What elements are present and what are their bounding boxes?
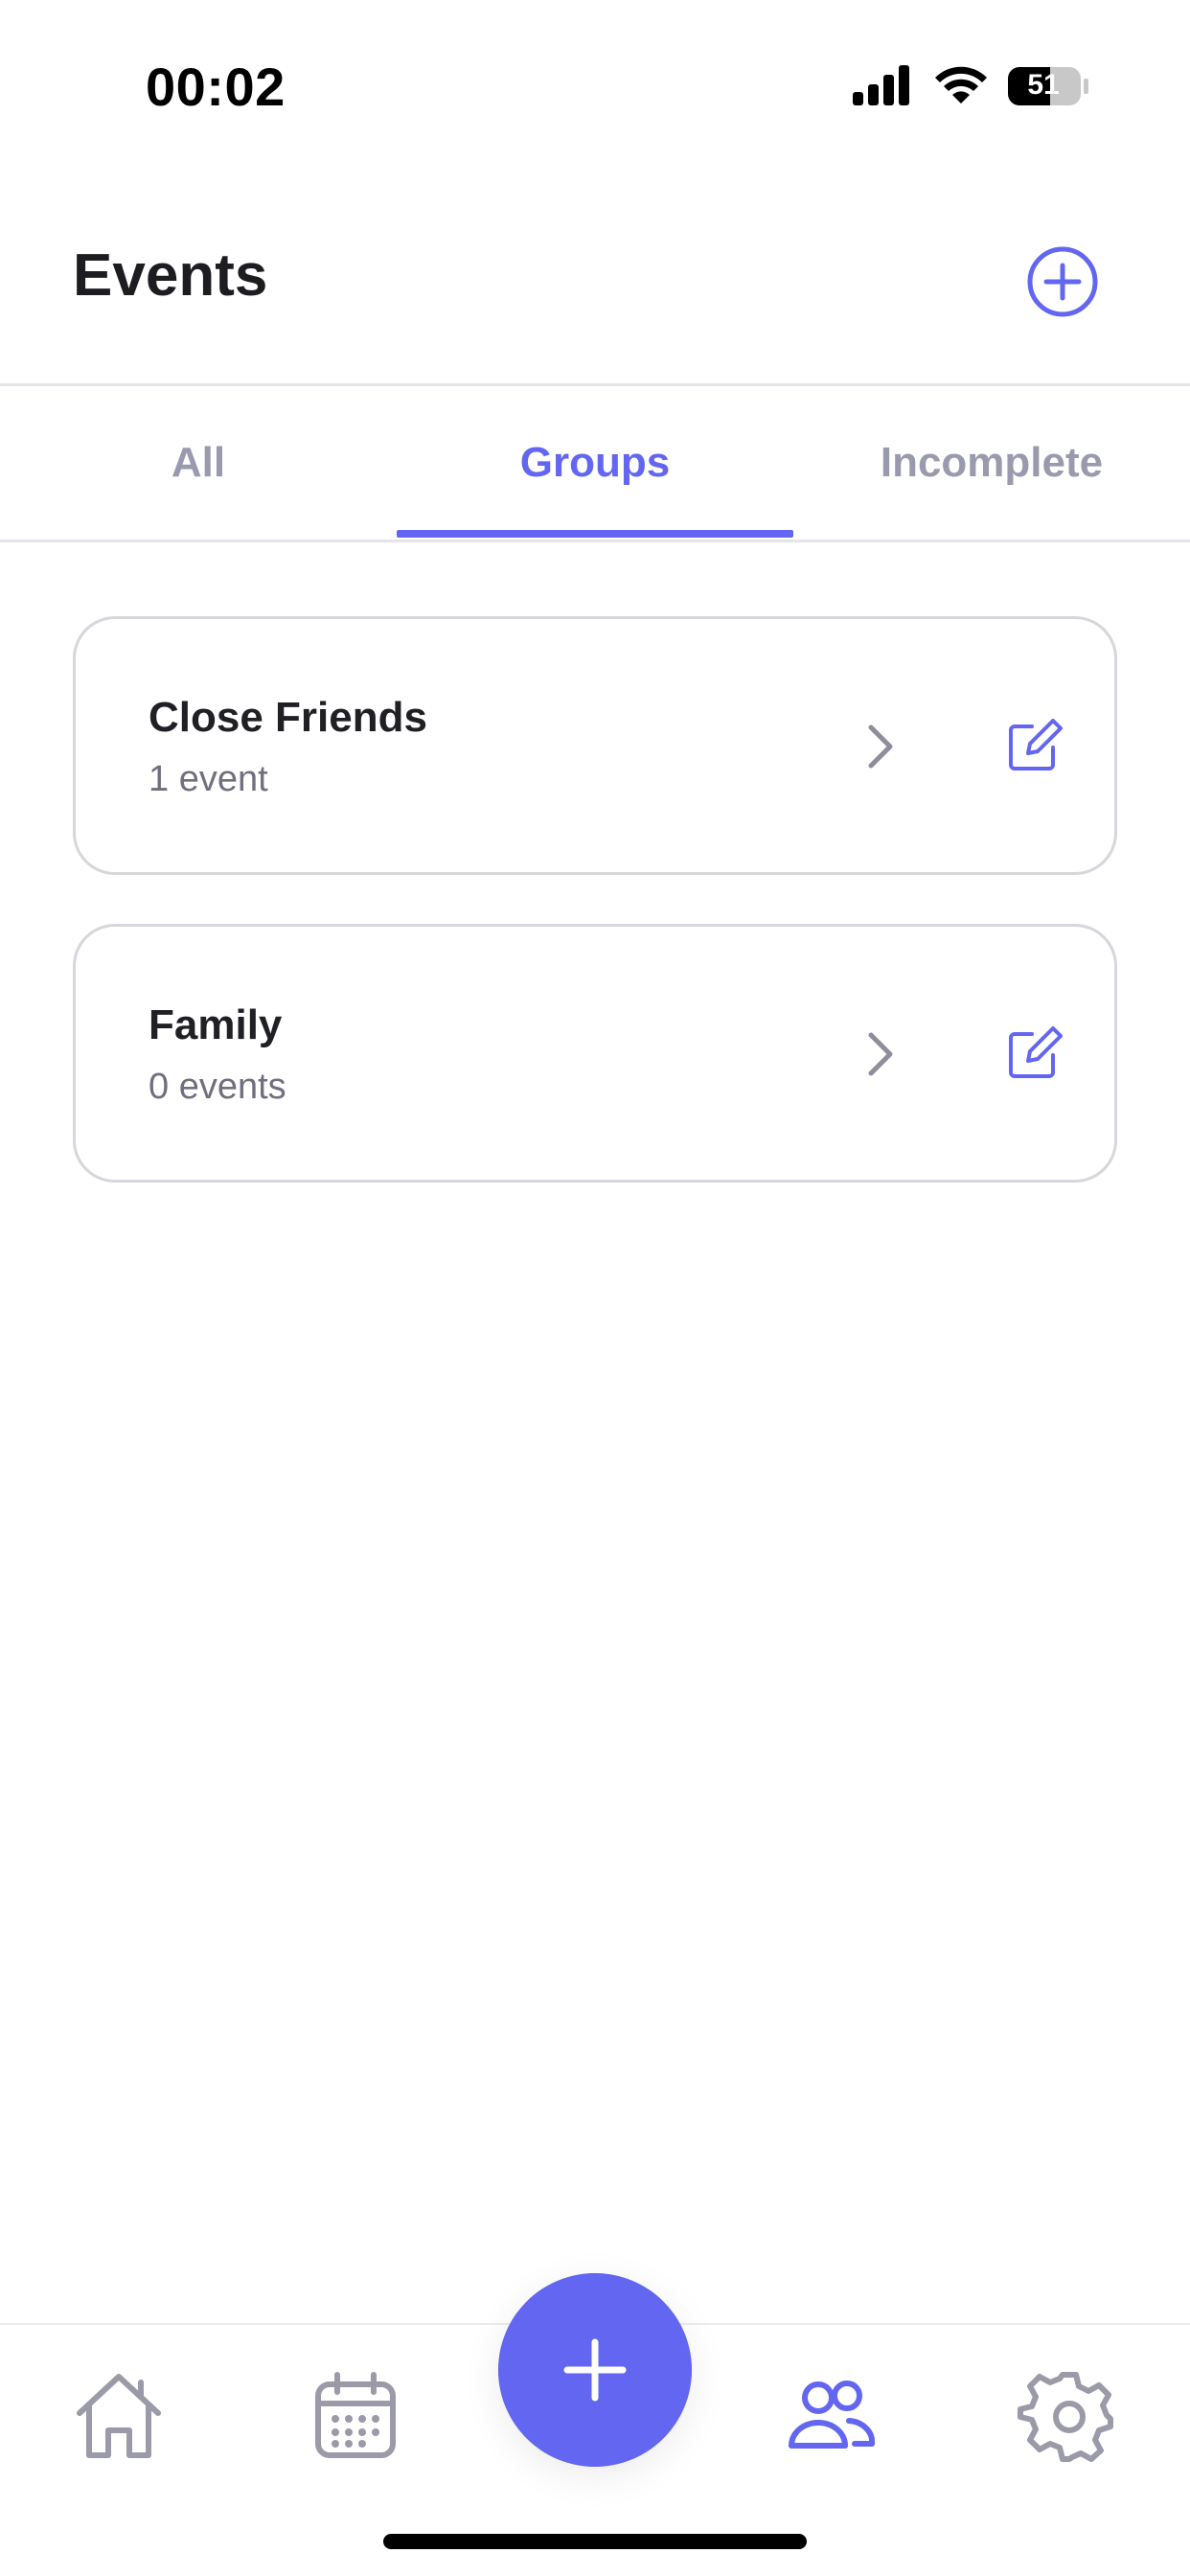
group-event-count: 0 events — [149, 1067, 286, 1107]
page-title: Events — [73, 242, 268, 309]
tabs-divider — [0, 540, 1190, 542]
tab-bar: All Groups Incomplete — [0, 386, 1190, 540]
chevron-right-icon — [868, 1032, 893, 1076]
edit-icon[interactable] — [1007, 715, 1063, 772]
create-button[interactable] — [498, 2273, 692, 2467]
status-icons: 51 — [851, 63, 1090, 111]
add-event-button[interactable] — [1025, 244, 1100, 319]
home-indicator — [383, 2534, 807, 2549]
tab-groups[interactable]: Groups — [397, 386, 793, 540]
tab-incomplete[interactable]: Incomplete — [793, 386, 1190, 540]
group-card-close-friends[interactable]: Close Friends 1 event — [73, 616, 1117, 875]
group-name: Close Friends — [149, 694, 427, 741]
edit-icon[interactable] — [1007, 1023, 1063, 1080]
signal-icon — [853, 65, 909, 105]
status-bar: 00:02 51 — [0, 0, 1190, 144]
events-screen: 00:02 51 Events All Groups Incomplete Cl… — [0, 0, 1190, 2576]
tab-groups-label: Groups — [519, 439, 671, 486]
tab-indicator — [397, 530, 793, 538]
battery-level: 51 — [1027, 69, 1060, 101]
home-icon[interactable] — [66, 2363, 172, 2469]
group-name: Family — [149, 1001, 283, 1048]
chevron-right-icon — [868, 724, 893, 769]
gear-icon[interactable] — [1017, 2363, 1122, 2469]
tab-incomplete-label: Incomplete — [880, 439, 1104, 486]
group-event-count: 1 event — [149, 759, 268, 799]
tab-all-label: All — [171, 439, 226, 486]
header: Events — [0, 192, 1190, 383]
users-icon[interactable] — [778, 2363, 883, 2469]
tab-all[interactable]: All — [0, 386, 397, 540]
status-time: 00:02 — [146, 57, 286, 117]
group-card-family[interactable]: Family 0 events — [73, 924, 1117, 1183]
wifi-icon — [935, 66, 987, 104]
calendar-icon[interactable] — [303, 2363, 408, 2469]
